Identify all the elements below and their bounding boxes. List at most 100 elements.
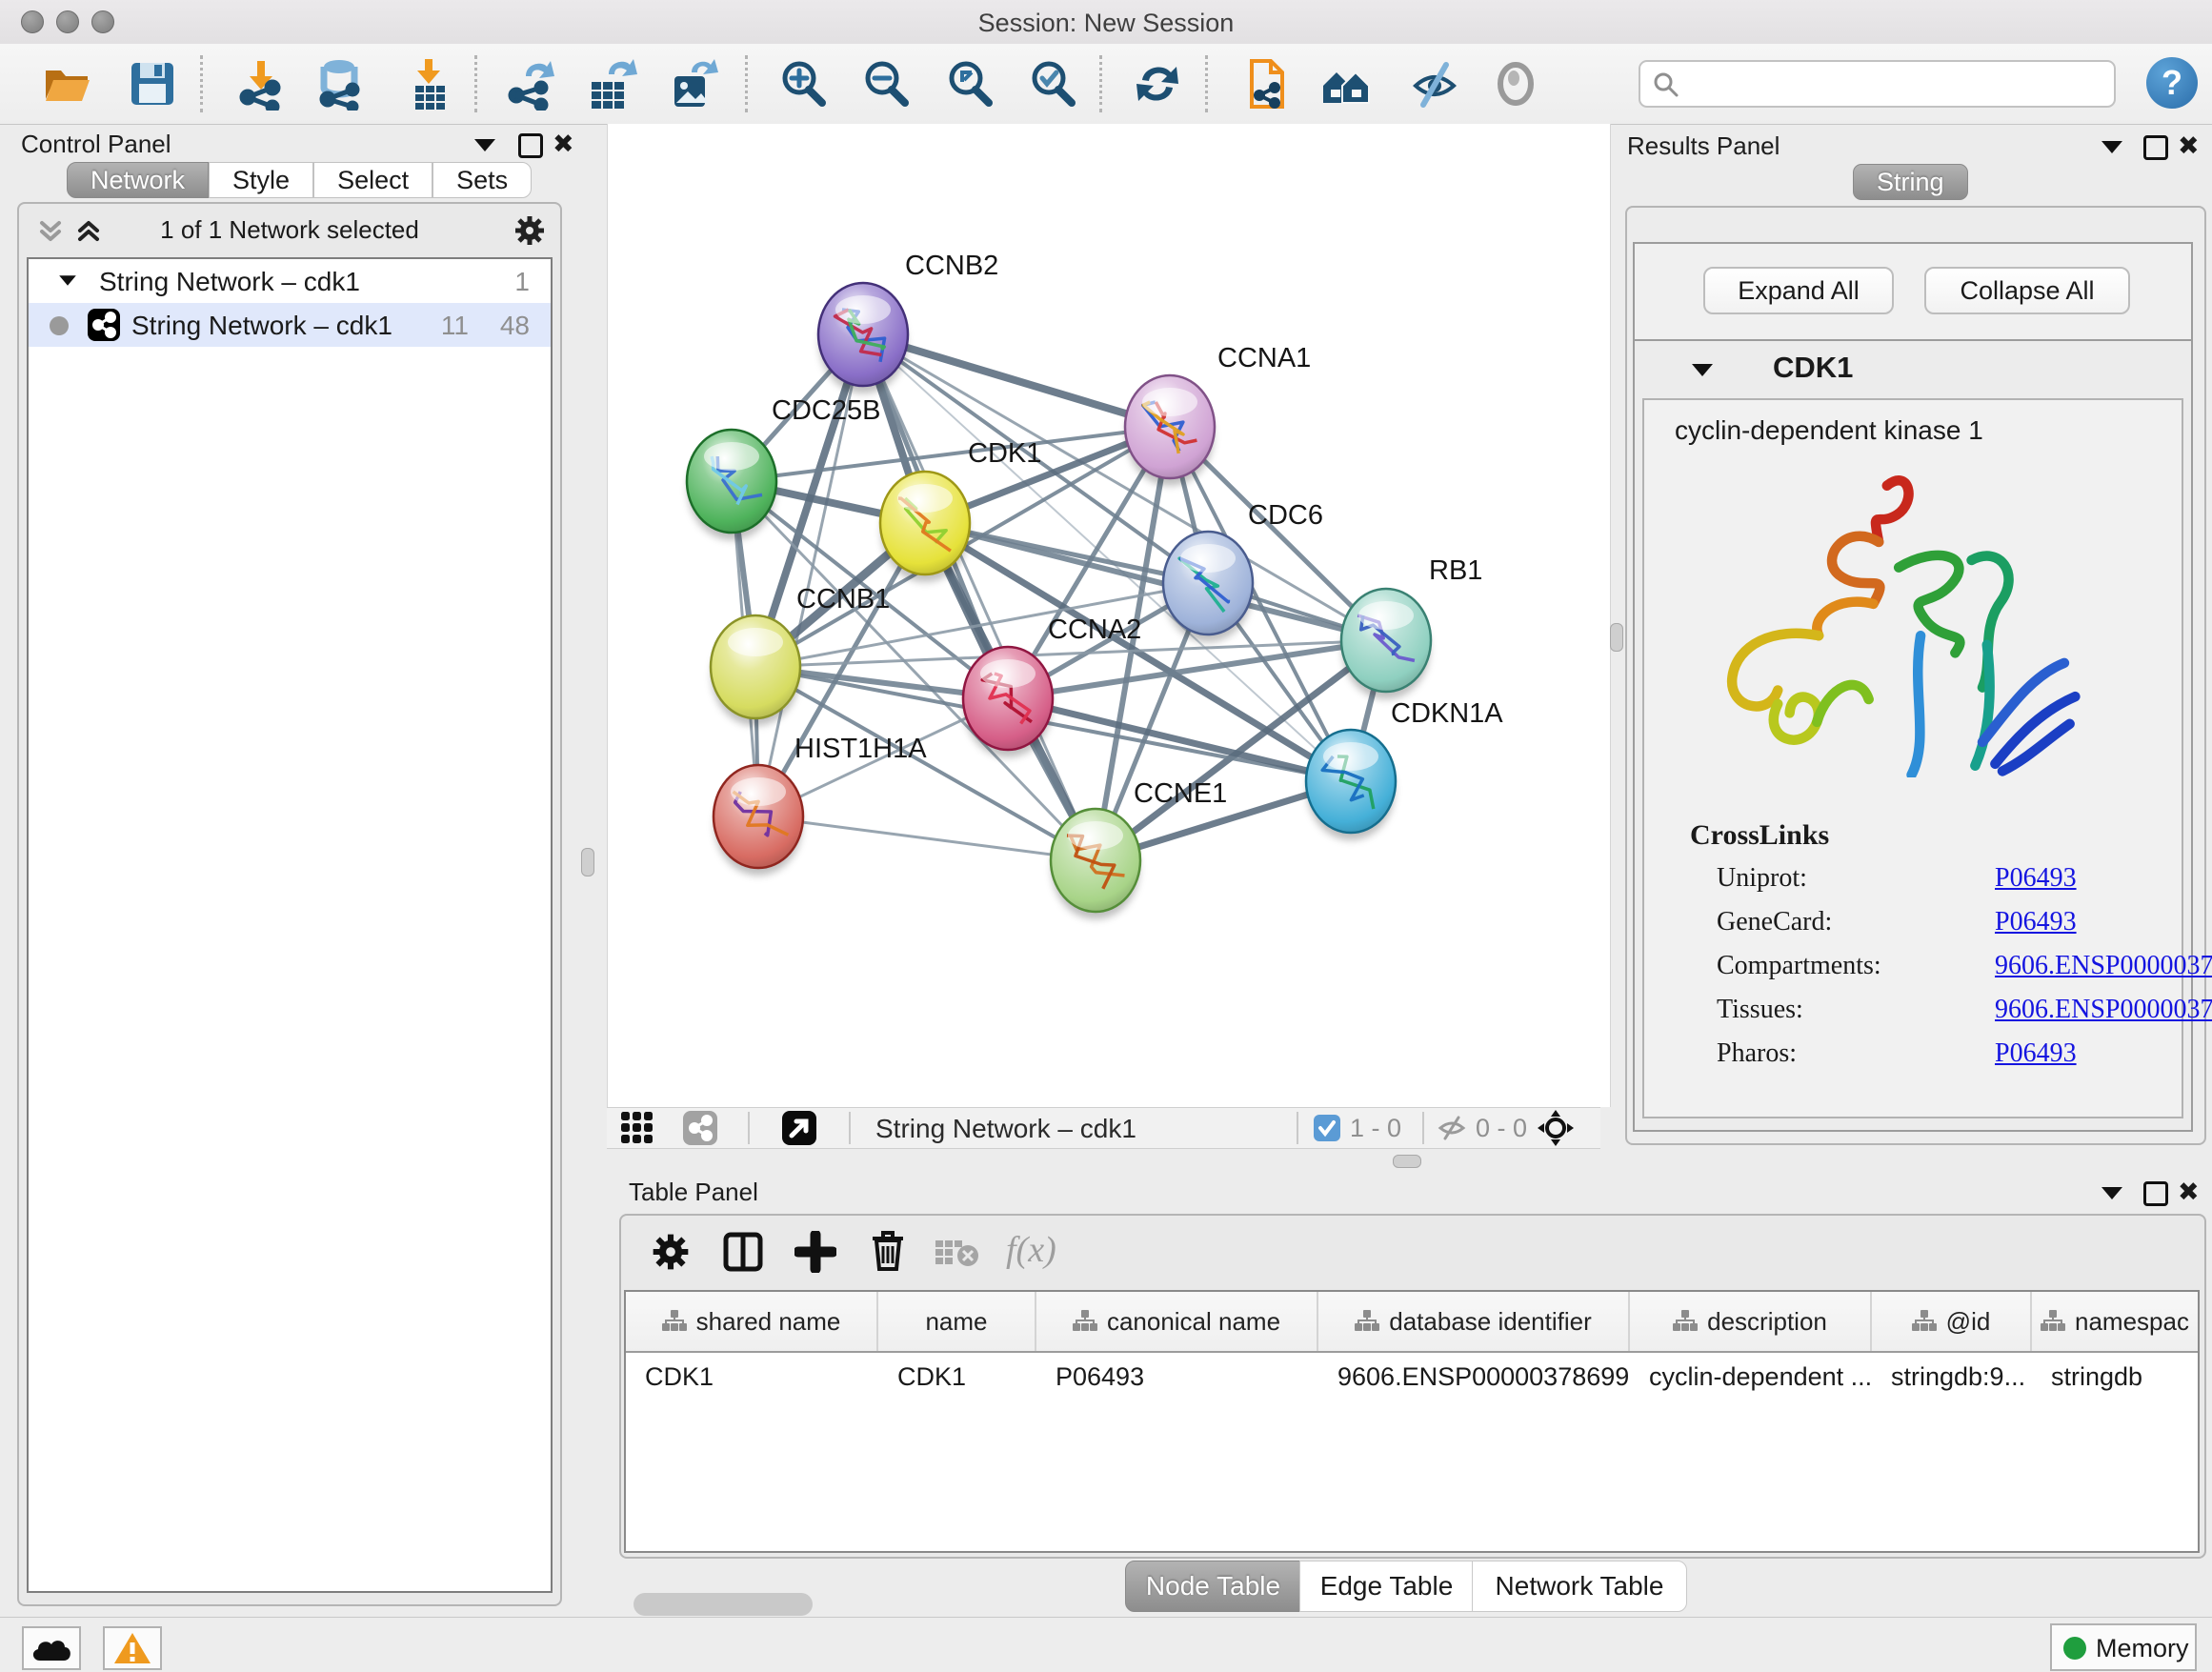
crosslink-compartments[interactable]: 9606.ENSP00000378699 xyxy=(1995,951,2212,981)
warning-icon xyxy=(113,1632,151,1664)
column-header[interactable]: @id xyxy=(1872,1292,2032,1351)
zoom-out-icon[interactable] xyxy=(859,57,913,111)
network-graph[interactable]: CCNB2CCNA1CDC25BCDK1CDC6RB1CCNB1CCNA2CDK… xyxy=(608,124,1610,1107)
collapse-panel-icon[interactable] xyxy=(474,139,495,151)
collapse-panel-icon[interactable] xyxy=(2101,141,2122,153)
horizontal-scrollbar[interactable] xyxy=(633,1593,813,1616)
help-icon[interactable]: ? xyxy=(2146,57,2198,109)
warning-button[interactable] xyxy=(103,1626,162,1670)
cell-namespace[interactable]: stringdb xyxy=(2032,1353,2198,1400)
memory-button[interactable]: Memory xyxy=(2050,1623,2197,1671)
export-image-icon[interactable] xyxy=(667,57,720,111)
zoom-fit-icon[interactable] xyxy=(943,57,996,111)
search-icon xyxy=(1652,71,1680,99)
add-column-icon[interactable] xyxy=(794,1231,836,1273)
show-panel-eye-icon[interactable] xyxy=(1489,57,1542,111)
vertical-splitter-handle[interactable] xyxy=(581,848,594,876)
grid-view-icon[interactable] xyxy=(620,1111,654,1145)
toolbar-separator xyxy=(1422,1112,1424,1144)
tab-select[interactable]: Select xyxy=(313,162,432,198)
section-collapse-icon[interactable] xyxy=(1692,364,1713,376)
cell-canonical-name[interactable]: P06493 xyxy=(1036,1353,1318,1400)
selected-node-edge-counts: 1 - 0 xyxy=(1350,1114,1401,1143)
import-network-database-icon[interactable] xyxy=(312,57,366,111)
cell-name[interactable]: CDK1 xyxy=(878,1353,1036,1400)
cdk1-section: CDK1 cyclin-dependent kinase 1 xyxy=(1633,339,2193,1132)
network-view-title: String Network – cdk1 xyxy=(875,1114,1136,1144)
string-document-icon[interactable] xyxy=(1238,57,1292,111)
import-table-icon[interactable] xyxy=(402,57,455,111)
tab-string[interactable]: String xyxy=(1853,164,1968,200)
crosslink-genecard[interactable]: P06493 xyxy=(1995,907,2077,937)
column-type-icon xyxy=(662,1310,687,1333)
svg-text:CCNE1: CCNE1 xyxy=(1134,778,1227,809)
tab-network[interactable]: Network xyxy=(67,162,209,198)
column-header[interactable]: database identifier xyxy=(1318,1292,1630,1351)
zoom-in-icon[interactable] xyxy=(776,57,830,111)
cloud-icon xyxy=(30,1634,72,1662)
cell-database-identifier[interactable]: 9606.ENSP00000378699 xyxy=(1318,1353,1630,1400)
collapse-panel-icon[interactable] xyxy=(2101,1187,2122,1199)
svg-text:CDC6: CDC6 xyxy=(1248,500,1323,531)
crosslink-pharos[interactable]: P06493 xyxy=(1995,1038,2077,1069)
float-panel-icon[interactable] xyxy=(518,133,543,158)
tree-expand-icon[interactable] xyxy=(59,275,76,285)
network-row-selected[interactable]: String Network – cdk1 11 48 xyxy=(29,303,551,347)
float-panel-icon[interactable] xyxy=(2143,1181,2168,1206)
home-icon[interactable] xyxy=(1319,57,1373,111)
column-header[interactable]: name xyxy=(878,1292,1036,1351)
close-panel-icon[interactable]: ✖ xyxy=(2178,1179,2200,1205)
node-count: 11 xyxy=(441,311,469,341)
protein-structure-image xyxy=(1682,463,2082,777)
tab-network-table[interactable]: Network Table xyxy=(1472,1561,1687,1612)
horizontal-splitter-handle[interactable] xyxy=(1393,1155,1421,1168)
share-view-icon[interactable] xyxy=(683,1111,717,1145)
cell-shared-name[interactable]: CDK1 xyxy=(626,1353,878,1400)
tab-style[interactable]: Style xyxy=(209,162,313,198)
zoom-selected-icon[interactable] xyxy=(1026,57,1079,111)
node-table: shared name name canonical name database… xyxy=(624,1290,2200,1553)
svg-text:CDC25B: CDC25B xyxy=(772,395,880,426)
table-header-row: shared name name canonical name database… xyxy=(626,1292,2198,1353)
birdseye-navigator-icon[interactable] xyxy=(1538,1110,1574,1146)
network-collection-row[interactable]: String Network – cdk1 1 xyxy=(29,259,551,303)
refresh-icon[interactable] xyxy=(1131,57,1184,111)
save-session-icon[interactable] xyxy=(126,57,179,111)
selected-checkbox-icon[interactable] xyxy=(1314,1115,1340,1141)
collapse-all-button[interactable]: Collapse All xyxy=(1924,267,2130,314)
hide-panel-eye-icon[interactable] xyxy=(1408,57,1461,111)
vertical-splitter-handle[interactable] xyxy=(1610,623,1623,652)
column-header[interactable]: canonical name xyxy=(1036,1292,1318,1351)
cell-description[interactable]: cyclin-dependent ... xyxy=(1630,1353,1872,1400)
show-columns-icon[interactable] xyxy=(722,1231,764,1273)
toolbar-separator xyxy=(745,55,748,112)
network-canvas[interactable]: CCNB2CCNA1CDC25BCDK1CDC6RB1CCNB1CCNA2CDK… xyxy=(607,124,1611,1107)
tab-edge-table[interactable]: Edge Table xyxy=(1299,1561,1474,1612)
cell-id[interactable]: stringdb:9... xyxy=(1872,1353,2032,1400)
titlebar: Session: New Session xyxy=(0,0,2212,45)
tab-node-table[interactable]: Node Table xyxy=(1125,1561,1301,1612)
tab-sets[interactable]: Sets xyxy=(432,162,532,198)
close-panel-icon[interactable]: ✖ xyxy=(2178,133,2200,159)
results-panel: Results Panel ✖ String Expand All Collap… xyxy=(1619,124,2212,1147)
gear-icon[interactable] xyxy=(513,213,547,248)
import-network-file-icon[interactable] xyxy=(234,57,288,111)
crosslink-tissues[interactable]: 9606.ENSP00000378699 xyxy=(1995,995,2212,1025)
open-session-icon[interactable] xyxy=(40,57,93,111)
float-panel-icon[interactable] xyxy=(2143,135,2168,160)
column-header[interactable]: namespac xyxy=(2032,1292,2198,1351)
column-header[interactable]: description xyxy=(1630,1292,1872,1351)
svg-text:HIST1H1A: HIST1H1A xyxy=(794,734,927,764)
table-row[interactable]: CDK1 CDK1 P06493 9606.ENSP00000378699 cy… xyxy=(626,1353,2198,1400)
crosslink-uniprot[interactable]: P06493 xyxy=(1995,863,2077,894)
export-table-icon[interactable] xyxy=(586,57,639,111)
search-input[interactable] xyxy=(1639,60,2116,108)
table-settings-gear-icon[interactable] xyxy=(650,1231,692,1273)
close-panel-icon[interactable]: ✖ xyxy=(553,131,574,157)
open-in-window-icon[interactable] xyxy=(782,1111,816,1145)
expand-all-button[interactable]: Expand All xyxy=(1703,267,1894,314)
export-network-icon[interactable] xyxy=(505,57,558,111)
cloud-button[interactable] xyxy=(22,1626,81,1670)
column-header[interactable]: shared name xyxy=(626,1292,878,1351)
delete-column-icon[interactable] xyxy=(867,1229,909,1273)
